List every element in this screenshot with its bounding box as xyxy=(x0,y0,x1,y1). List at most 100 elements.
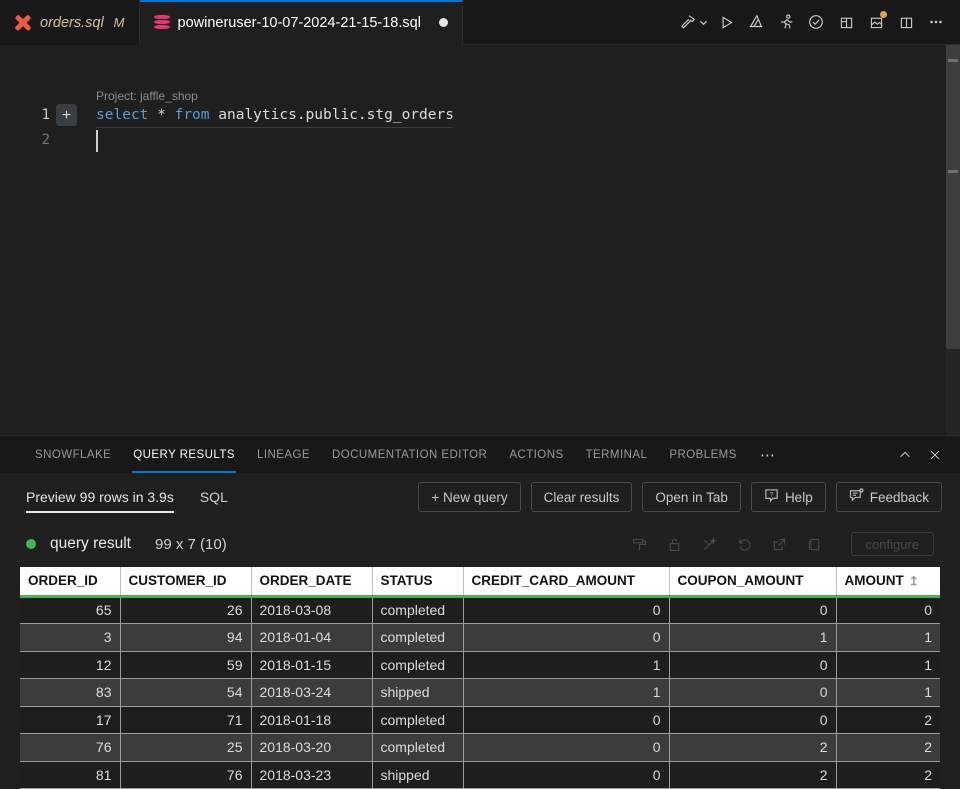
reset-icon[interactable] xyxy=(736,536,753,553)
configure-button[interactable]: configure xyxy=(850,532,934,556)
clear-results-button[interactable]: Clear results xyxy=(530,482,633,512)
table-row[interactable]: 3 94 2018-01-04 completed 0 1 1 xyxy=(20,623,940,652)
table-cell[interactable]: 0 xyxy=(463,706,670,734)
codelens-project[interactable]: Project: jaffle_shop xyxy=(96,89,198,103)
table-cell[interactable]: 0 xyxy=(669,678,837,707)
table-cell[interactable]: 2 xyxy=(836,706,940,734)
panel-tab-terminal[interactable]: TERMINAL xyxy=(575,436,659,473)
play-icon[interactable] xyxy=(712,7,740,37)
table-row[interactable]: 81 76 2018-03-23 shipped 0 2 2 xyxy=(20,761,940,789)
table-row[interactable]: 76 25 2018-03-20 completed 0 2 2 xyxy=(20,733,940,762)
editor-tab-poweruser-sql[interactable]: powineruser-10-07-2024-21-15-18.sql xyxy=(139,0,463,45)
table-cell[interactable]: 1 xyxy=(836,623,940,652)
help-button[interactable]: ? Help xyxy=(750,482,826,512)
column-header-coupon-amount[interactable]: COUPON_AMOUNT xyxy=(669,567,837,598)
table-row[interactable]: 12 59 2018-01-15 completed 1 0 1 xyxy=(20,651,940,679)
editor-tab-orders-sql[interactable]: orders.sql M xyxy=(0,0,140,45)
table-cell[interactable]: 0 xyxy=(463,623,670,652)
editor-scrollbar-thumb[interactable] xyxy=(946,45,960,349)
table-cell[interactable]: 65 xyxy=(20,596,121,624)
unsaved-indicator-icon[interactable] xyxy=(438,18,448,27)
code-lines[interactable]: 1 select * from analytics.public.stg_ord… xyxy=(0,103,960,435)
build-icon[interactable] xyxy=(742,7,770,37)
table-cell[interactable]: 1 xyxy=(836,678,940,707)
table-cell[interactable]: 81 xyxy=(20,761,121,789)
table-cell[interactable]: 1 xyxy=(836,651,940,679)
table-cell[interactable]: 1 xyxy=(669,623,837,652)
table-cell[interactable]: 2018-01-15 xyxy=(251,651,373,679)
table-cell[interactable]: 12 xyxy=(20,651,121,679)
results-subtab-sql[interactable]: SQL xyxy=(200,473,228,521)
column-header-status[interactable]: STATUS xyxy=(372,567,464,598)
panel-tab-query-results[interactable]: QUERY RESULTS xyxy=(122,436,246,473)
table-cell[interactable]: 1 xyxy=(463,678,670,707)
table-cell[interactable]: 1 xyxy=(463,651,670,679)
table-cell[interactable]: 17 xyxy=(20,706,121,734)
table-cell[interactable]: 0 xyxy=(669,651,837,679)
table-cell[interactable]: completed xyxy=(372,596,464,624)
table-cell[interactable]: 59 xyxy=(120,651,252,679)
sort-ascending-icon[interactable]: ↥ xyxy=(909,574,919,588)
chevron-up-icon[interactable] xyxy=(892,442,918,468)
table-row[interactable]: 65 26 2018-03-08 completed 0 0 0 xyxy=(20,596,940,624)
table-cell[interactable]: 83 xyxy=(20,678,121,707)
table-cell[interactable]: 2 xyxy=(836,733,940,762)
column-header-amount[interactable]: AMOUNT ↥ xyxy=(836,567,940,598)
table-cell[interactable]: 0 xyxy=(669,706,837,734)
panel-tab-documentation-editor[interactable]: DOCUMENTATION EDITOR xyxy=(321,436,498,473)
check-circle-icon[interactable] xyxy=(802,7,830,37)
table-cell[interactable]: 0 xyxy=(463,761,670,789)
panel-tabs-more-icon[interactable]: ⋯ xyxy=(748,446,788,464)
table-cell[interactable]: 3 xyxy=(20,623,121,652)
table-cell[interactable]: 2018-03-23 xyxy=(251,761,373,789)
code-editor[interactable]: Project: jaffle_shop 1 select * from ana… xyxy=(0,45,960,435)
table-cell[interactable]: 0 xyxy=(836,596,940,624)
close-icon[interactable] xyxy=(922,442,948,468)
table-cell[interactable]: 2018-01-04 xyxy=(251,623,373,652)
add-cell-button[interactable]: + xyxy=(56,104,77,126)
table-cell[interactable]: shipped xyxy=(372,678,464,707)
table-cell[interactable]: 2018-03-08 xyxy=(251,596,373,624)
table-cell[interactable]: 26 xyxy=(120,596,252,624)
feedback-button[interactable]: Feedback xyxy=(835,482,942,512)
table-cell[interactable]: 94 xyxy=(120,623,252,652)
table-row[interactable]: 17 71 2018-01-18 completed 0 0 2 xyxy=(20,706,940,734)
table-cell[interactable]: completed xyxy=(372,733,464,762)
table-cell[interactable]: 54 xyxy=(120,678,252,707)
panel-tab-problems[interactable]: PROBLEMS xyxy=(658,436,748,473)
table-cell[interactable]: shipped xyxy=(372,761,464,789)
hammer-icon[interactable] xyxy=(676,7,710,37)
table-cell[interactable]: completed xyxy=(372,651,464,679)
open-external-icon[interactable] xyxy=(771,536,788,553)
table-cell[interactable]: 2018-01-18 xyxy=(251,706,373,734)
copy-icon[interactable] xyxy=(806,536,823,553)
table-row[interactable]: 83 54 2018-03-24 shipped 1 0 1 xyxy=(20,678,940,707)
split-panel-icon[interactable] xyxy=(832,7,860,37)
new-query-button[interactable]: + New query xyxy=(418,482,521,512)
table-cell[interactable]: completed xyxy=(372,706,464,734)
table-cell[interactable]: 0 xyxy=(463,733,670,762)
table-cell[interactable]: 25 xyxy=(120,733,252,762)
magic-wand-icon[interactable] xyxy=(701,536,718,553)
open-in-tab-button[interactable]: Open in Tab xyxy=(642,482,741,512)
column-header-credit-card-amount[interactable]: CREDIT_CARD_AMOUNT xyxy=(463,567,670,598)
unlock-icon[interactable] xyxy=(666,536,683,553)
results-subtab-preview[interactable]: Preview 99 rows in 3.9s xyxy=(26,473,174,521)
panel-tab-lineage[interactable]: LINEAGE xyxy=(246,436,321,473)
preview-image-icon[interactable] xyxy=(862,7,890,37)
table-cell[interactable]: 76 xyxy=(120,761,252,789)
column-header-customer-id[interactable]: CUSTOMER_ID xyxy=(120,567,252,598)
panel-tab-snowflake[interactable]: SNOWFLAKE xyxy=(24,436,122,473)
split-editor-icon[interactable] xyxy=(892,7,920,37)
table-cell[interactable]: 2018-03-20 xyxy=(251,733,373,762)
column-header-order-date[interactable]: ORDER_DATE xyxy=(251,567,373,598)
column-header-order-id[interactable]: ORDER_ID xyxy=(20,567,121,598)
table-cell[interactable]: 2 xyxy=(836,761,940,789)
table-cell[interactable]: 2 xyxy=(669,733,837,762)
table-cell[interactable]: completed xyxy=(372,623,464,652)
run-person-icon[interactable] xyxy=(772,7,800,37)
table-cell[interactable]: 2018-03-24 xyxy=(251,678,373,707)
panel-tab-actions[interactable]: ACTIONS xyxy=(498,436,574,473)
table-cell[interactable]: 2 xyxy=(669,761,837,789)
table-cell[interactable]: 76 xyxy=(20,733,121,762)
